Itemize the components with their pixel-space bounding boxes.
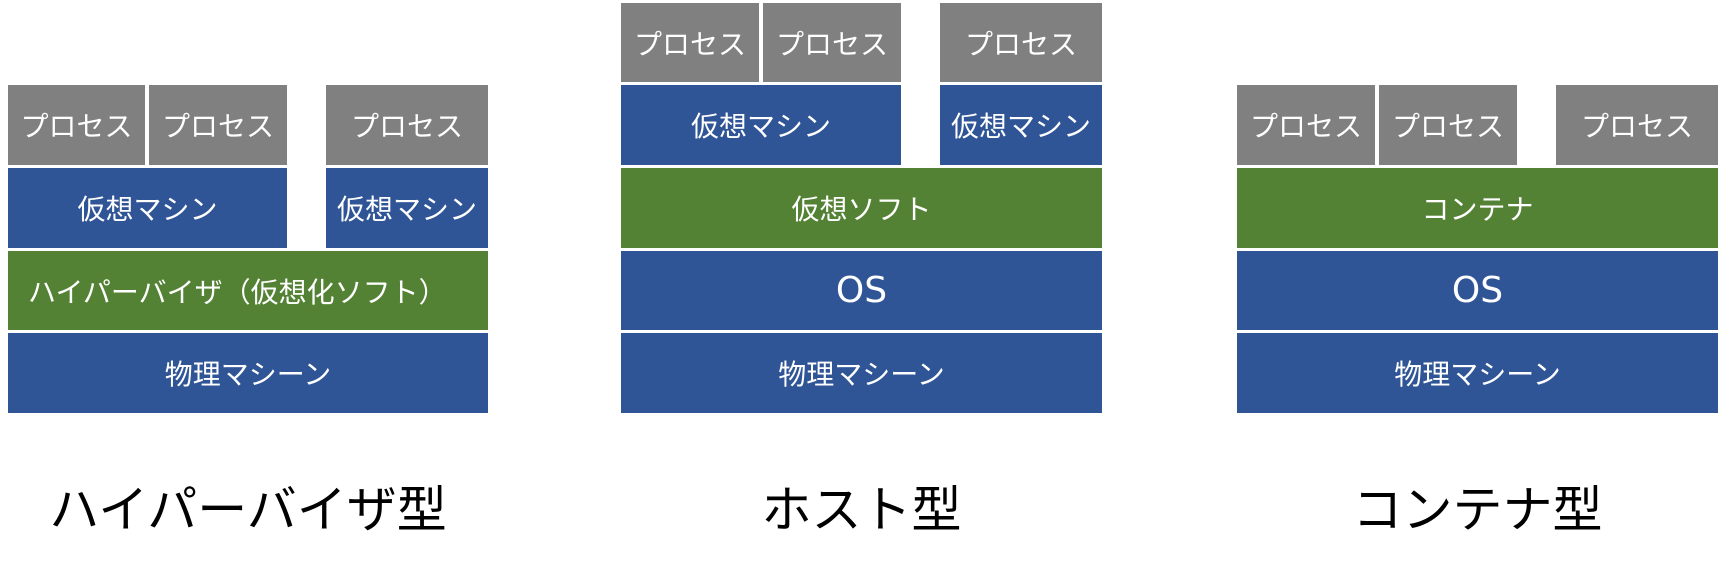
hypervisor-process-2: プロセス xyxy=(149,85,287,165)
container-layer: コンテナ xyxy=(1237,168,1718,248)
host-virtual-software: 仮想ソフト xyxy=(621,168,1102,248)
hypervisor-physical-machine: 物理マシーン xyxy=(8,333,488,413)
container-process-1: プロセス xyxy=(1237,85,1375,165)
hypervisor-vm-2: 仮想マシン xyxy=(326,168,488,248)
hypervisor-process-1: プロセス xyxy=(8,85,145,165)
host-process-1: プロセス xyxy=(621,3,759,82)
hypervisor-vm-1: 仮想マシン xyxy=(8,168,287,248)
host-vm-1: 仮想マシン xyxy=(621,85,901,165)
host-physical-machine: 物理マシーン xyxy=(621,333,1102,413)
host-process-3: プロセス xyxy=(940,3,1102,82)
container-process-2: プロセス xyxy=(1379,85,1517,165)
container-os: OS xyxy=(1237,251,1718,330)
container-process-3: プロセス xyxy=(1556,85,1718,165)
hypervisor-layer: ハイパーバイザ（仮想化ソフト） xyxy=(8,251,488,330)
hypervisor-caption: ハイパーバイザ型 xyxy=(49,481,447,539)
hypervisor-process-3: プロセス xyxy=(326,85,488,165)
container-physical-machine: 物理マシーン xyxy=(1237,333,1718,413)
host-vm-2: 仮想マシン xyxy=(940,85,1102,165)
host-caption: ホスト型 xyxy=(761,481,962,539)
host-process-2: プロセス xyxy=(763,3,901,82)
container-caption: コンテナ型 xyxy=(1352,481,1603,539)
host-os: OS xyxy=(621,251,1102,330)
